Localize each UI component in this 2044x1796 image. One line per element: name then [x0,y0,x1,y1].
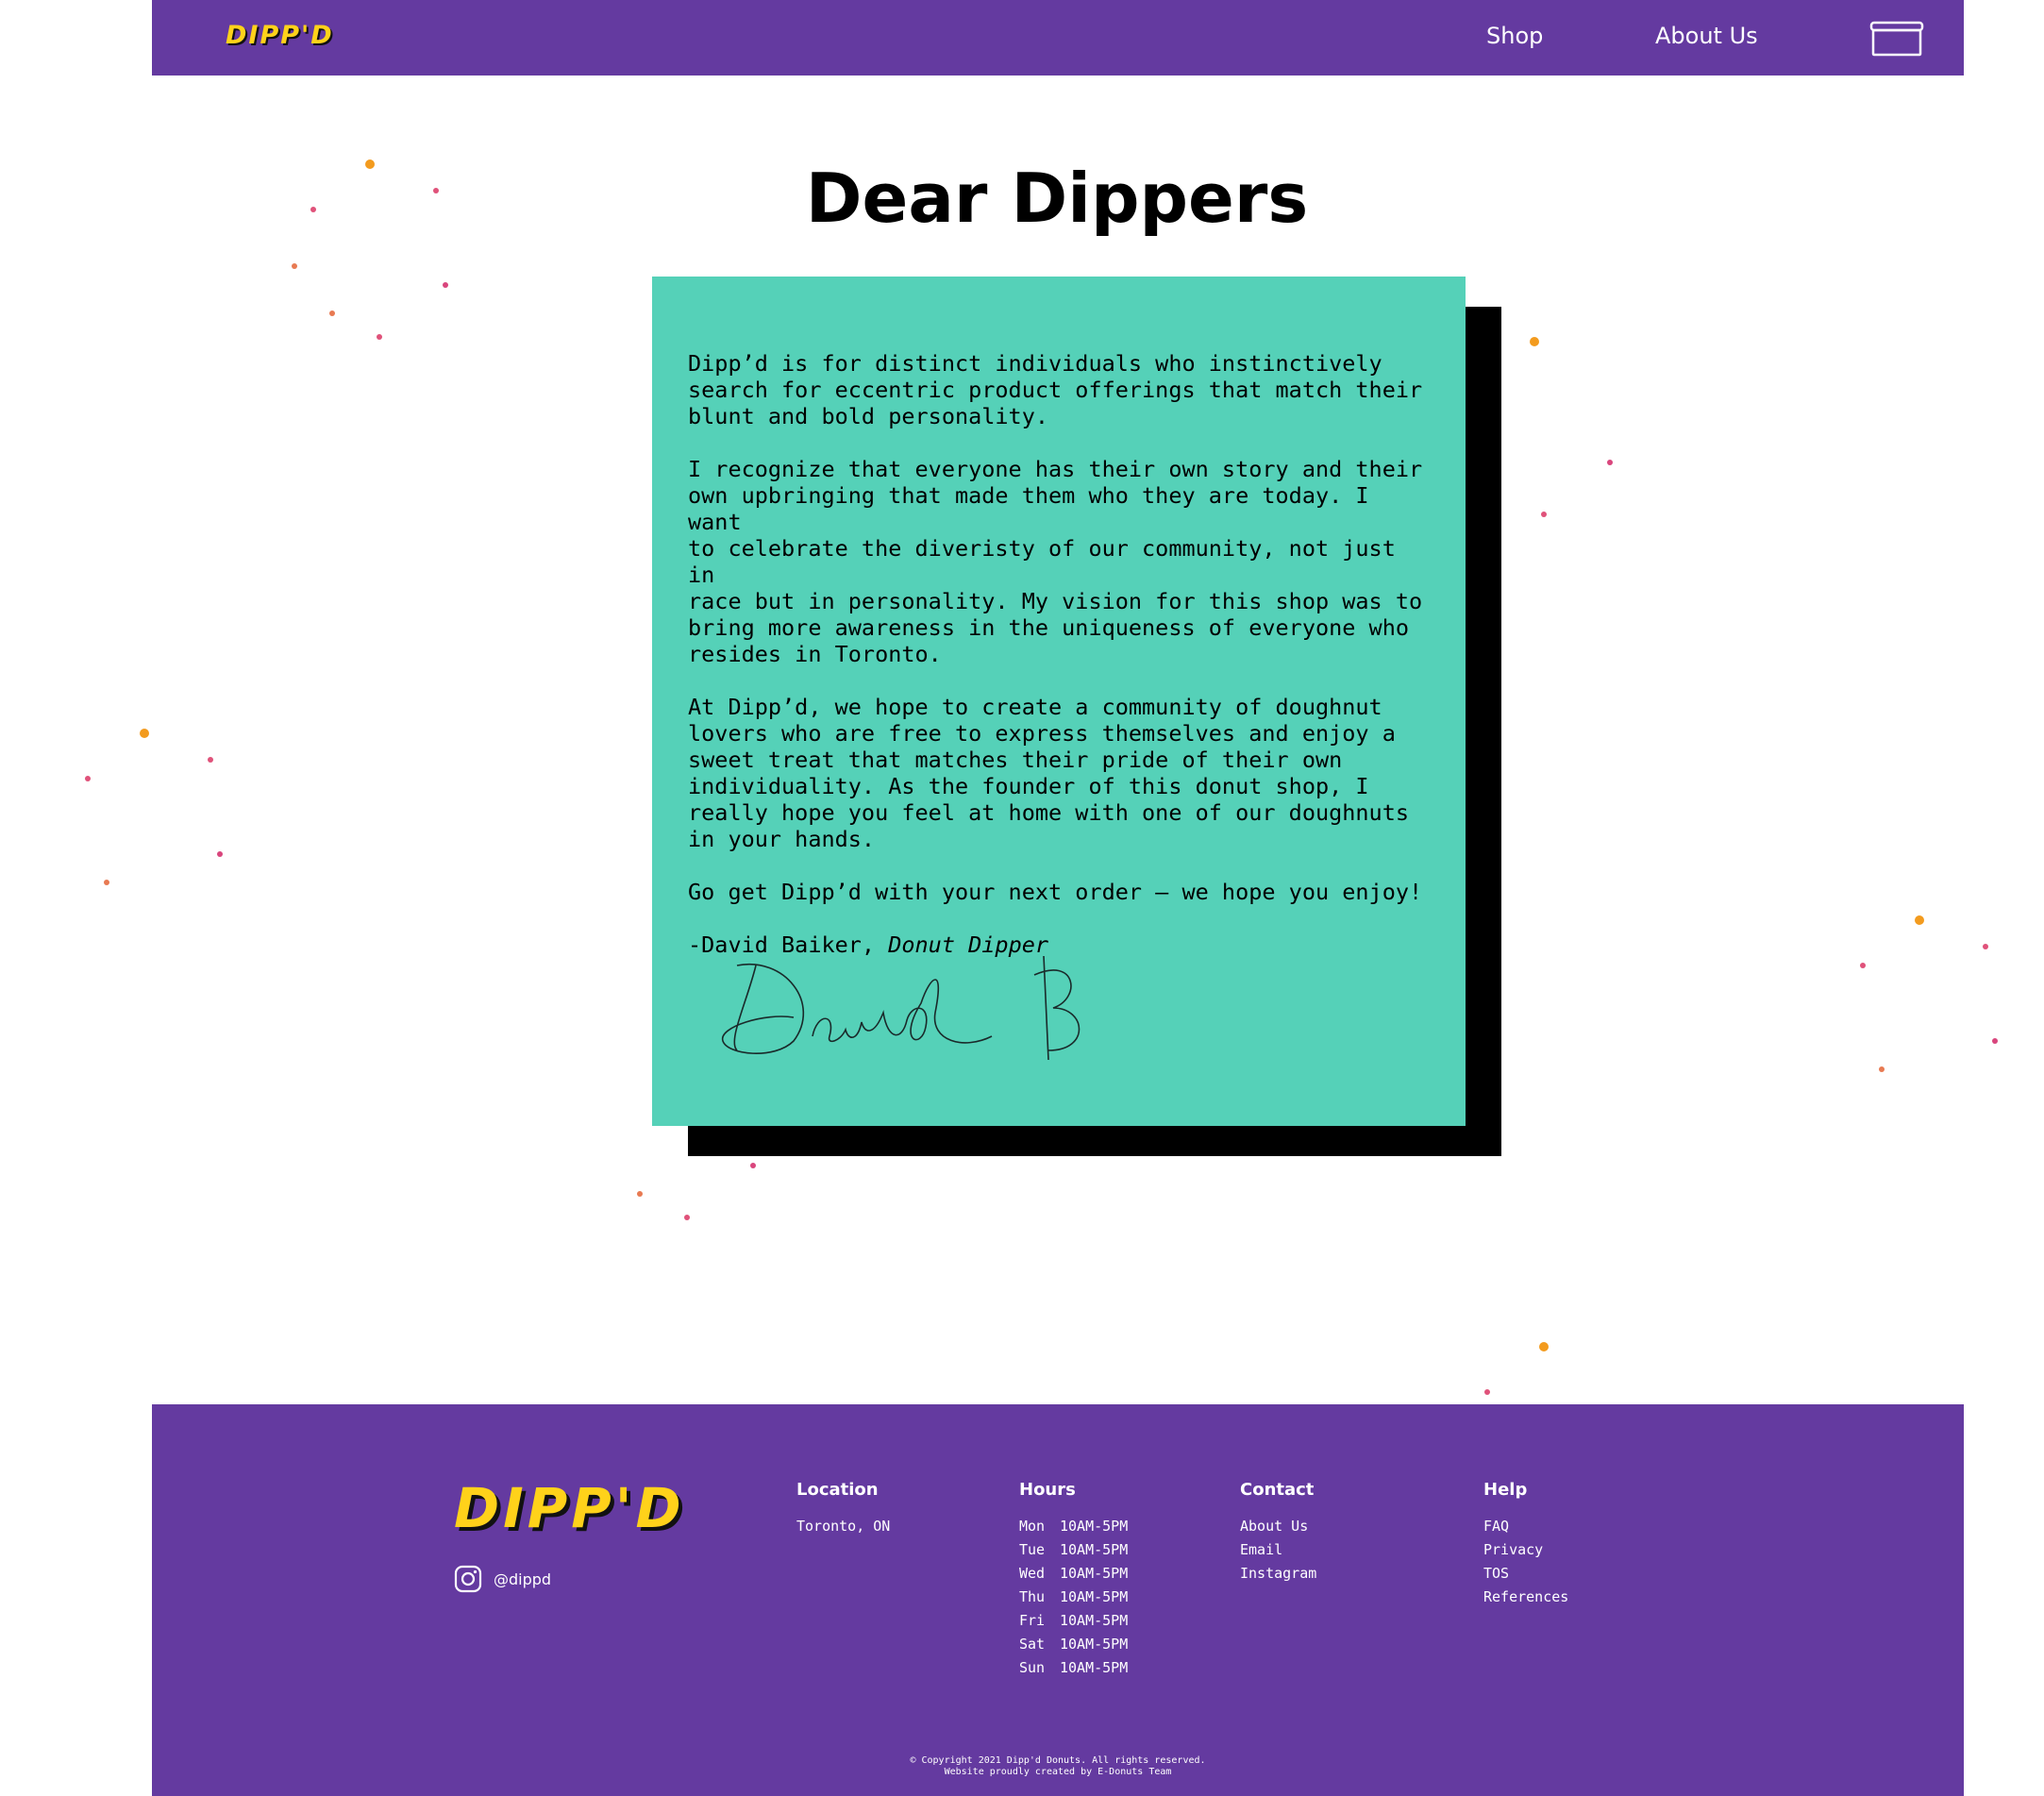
hours-day: Sun [1019,1659,1046,1676]
donut-image [1812,886,2039,1113]
hours-day: Fri [1019,1612,1046,1629]
hours-row: Mon 10AM-5PM [1019,1515,1128,1538]
top-nav: DIPP'D Shop About Us [152,0,1964,76]
hours-time: 10AM-5PM [1060,1612,1129,1629]
copyright: © Copyright 2021 Dipp'd Donuts. All righ… [152,1755,1964,1778]
footer-heading-help: Help [1483,1480,1528,1500]
signature-image [722,955,1081,1061]
hours-time: 10AM-5PM [1060,1659,1129,1676]
hours-row: Tue 10AM-5PM [1019,1538,1128,1562]
footer-link-references[interactable]: References [1483,1586,1568,1609]
page: DIPP'D Shop About Us Dear Dippers Dipp’d… [0,0,2044,1796]
footer-heading-contact: Contact [1240,1480,1315,1500]
footer-link-about-us[interactable]: About Us [1240,1515,1316,1538]
location-text: Toronto, ON [796,1518,891,1535]
page-title: Dear Dippers [805,159,1309,238]
footer-heading-hours: Hours [1019,1480,1076,1500]
footer: DIPP'D @dippd Location Toronto, ON Hours… [152,1404,1964,1796]
footer-link-email[interactable]: Email [1240,1538,1316,1562]
hours-row: Sun 10AM-5PM [1019,1656,1128,1680]
copyright-line: © Copyright 2021 Dipp'd Donuts. All righ… [910,1755,1206,1766]
hours-day: Tue [1019,1541,1046,1558]
hours-time: 10AM-5PM [1060,1565,1129,1582]
hours-time: 10AM-5PM [1060,1518,1129,1535]
letter-paragraph: Dipp’d is for distinct individuals who i… [688,350,1423,429]
footer-logo[interactable]: DIPP'D [454,1476,685,1540]
hours-day: Wed [1019,1565,1046,1582]
hours-day: Mon [1019,1518,1046,1535]
credits-line: Website proudly created by E-Donuts Team [944,1767,1172,1777]
hours-row: Thu 10AM-5PM [1019,1586,1128,1609]
nav-link-about-us[interactable]: About Us [1655,23,1758,49]
letter-paragraph: I recognize that everyone has their own … [688,456,1423,667]
letter-card: Dipp’d is for distinct individuals who i… [652,277,1466,1126]
footer-contact: Contact About Us Email Instagram [1240,1480,1316,1586]
footer-link-privacy[interactable]: Privacy [1483,1538,1568,1562]
hours-row: Wed 10AM-5PM [1019,1562,1128,1586]
footer-hours: Hours Mon 10AM-5PM Tue 10AM-5PM Wed 10AM-5P… [1019,1480,1128,1680]
instagram-link[interactable]: @dippd [454,1565,551,1593]
hours-row: Fri 10AM-5PM [1019,1609,1128,1633]
hours-row: Sat 10AM-5PM [1019,1633,1128,1656]
donut-image [37,699,264,926]
hours-time: 10AM-5PM [1060,1541,1129,1558]
footer-link-faq[interactable]: FAQ [1483,1515,1568,1538]
nav-link-shop[interactable]: Shop [1486,23,1543,49]
footer-link-tos[interactable]: TOS [1483,1562,1568,1586]
footer-location: Location Toronto, ON [796,1480,890,1538]
footer-help: Help FAQ Privacy TOS References [1483,1480,1568,1609]
footer-heading-location: Location [796,1480,879,1500]
hours-day: Thu [1019,1588,1046,1605]
hours-time: 10AM-5PM [1060,1588,1129,1605]
instagram-icon [454,1565,482,1593]
instagram-handle: @dippd [494,1569,552,1588]
nav-logo[interactable]: DIPP'D [226,21,334,50]
hours-day: Sat [1019,1636,1046,1653]
cart-icon[interactable] [1869,21,1924,57]
hours-time: 10AM-5PM [1060,1636,1129,1653]
letter-paragraph: Go get Dipp’d with your next order — we … [688,879,1423,905]
footer-link-instagram[interactable]: Instagram [1240,1562,1316,1586]
letter-paragraph: At Dipp’d, we hope to create a community… [688,694,1410,852]
